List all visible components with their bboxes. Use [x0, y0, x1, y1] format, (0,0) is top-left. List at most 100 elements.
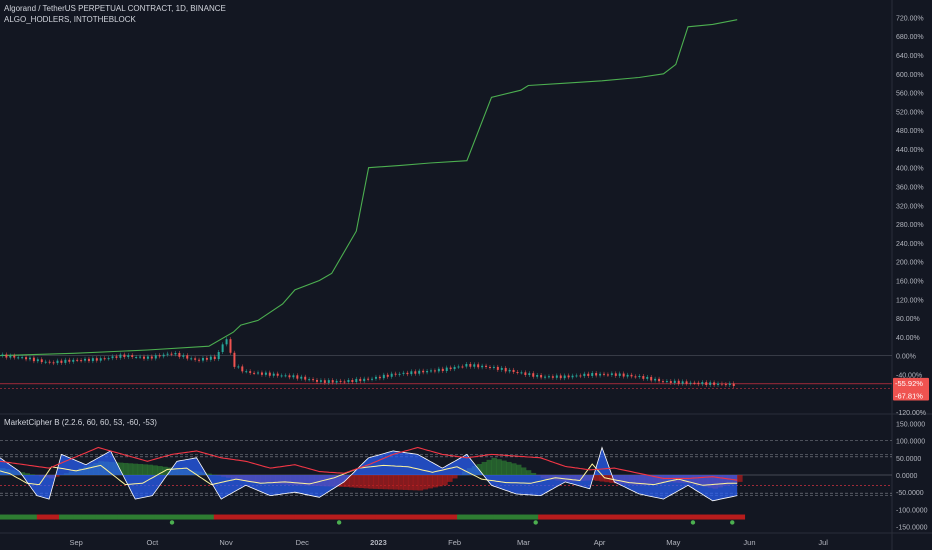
candle: [520, 372, 523, 374]
candle: [430, 370, 433, 372]
candle: [693, 382, 696, 384]
candle: [532, 373, 535, 377]
trend-strip: [154, 514, 163, 520]
y-tick-label: 120.00%: [896, 297, 924, 304]
candle: [386, 374, 389, 377]
candle: [257, 372, 260, 374]
trend-strip: [523, 514, 532, 520]
candle: [13, 355, 16, 358]
trend-strip: [633, 514, 642, 520]
trend-strip: [316, 514, 325, 520]
candle: [36, 359, 39, 362]
candle: [123, 354, 126, 358]
candle: [64, 359, 67, 363]
trend-strip: [132, 514, 141, 520]
money-flow-bar: [137, 464, 144, 475]
trend-strip: [206, 514, 215, 520]
trend-strip: [375, 514, 384, 520]
trend-strip: [125, 514, 134, 520]
candle: [186, 355, 189, 359]
trend-strip: [81, 514, 89, 520]
money-flow-bar: [481, 461, 488, 475]
candle: [634, 376, 637, 378]
trend-strip: [309, 514, 318, 520]
trend-strip: [339, 514, 347, 520]
candle: [618, 373, 621, 376]
buy-signal-dot: [533, 520, 538, 525]
y-tick-label: -120.00%: [896, 410, 926, 417]
candle: [304, 376, 307, 380]
trend-strip: [140, 514, 148, 520]
x-tick-label: Apr: [594, 538, 606, 547]
candle: [268, 372, 271, 376]
indicator-title[interactable]: MarketCipher B (2.2.6, 60, 60, 53, -60, …: [4, 418, 157, 427]
trend-strip: [287, 514, 296, 520]
candle: [351, 379, 354, 383]
candle: [606, 374, 609, 376]
money-flow-bar: [122, 462, 129, 475]
money-flow-bar: [427, 475, 433, 489]
candle: [685, 381, 688, 384]
candle: [371, 378, 374, 380]
money-flow-bar: [132, 463, 139, 475]
trend-strip: [221, 514, 230, 520]
money-flow-bar: [432, 475, 438, 488]
candle: [9, 355, 12, 358]
candle: [241, 366, 244, 372]
trend-strip: [331, 514, 340, 520]
x-tick-label: Nov: [219, 538, 233, 547]
candle: [327, 380, 330, 383]
candle: [194, 358, 197, 360]
trend-strip: [66, 514, 75, 520]
overlay-title[interactable]: ALGO_HODLERS, INTOTHEBLOCK: [4, 15, 136, 24]
candle: [355, 378, 358, 383]
trend-strip: [457, 514, 465, 520]
x-tick-label: Oct: [147, 538, 160, 547]
trend-strip: [353, 514, 362, 520]
candle: [614, 373, 617, 376]
candle: [441, 368, 444, 372]
candle: [276, 373, 279, 376]
candle: [571, 375, 574, 378]
money-flow-bar: [491, 457, 497, 475]
candle: [528, 373, 531, 376]
candle: [209, 356, 212, 360]
symbol-title[interactable]: Algorand / TetherUS PERPETUAL CONTRACT, …: [4, 4, 226, 13]
candle: [638, 376, 641, 378]
candle: [213, 356, 216, 360]
candle: [469, 363, 472, 367]
trend-strip: [294, 514, 303, 520]
candle: [591, 373, 594, 376]
x-tick-label: Mar: [517, 538, 530, 547]
money-flow-bar: [525, 470, 532, 475]
candle: [347, 379, 350, 382]
candle: [536, 374, 539, 377]
y-tick-label: 600.00%: [896, 72, 924, 79]
candle: [127, 355, 130, 358]
candle: [308, 379, 311, 381]
candle: [669, 381, 672, 383]
red-line-tag-text: -67.81%: [895, 392, 923, 401]
candle: [540, 374, 543, 378]
trend-strip: [530, 514, 539, 520]
x-tick-label: May: [666, 538, 680, 547]
candle: [111, 356, 114, 359]
trend-strip: [575, 514, 583, 520]
candle: [135, 356, 138, 358]
candle: [40, 359, 43, 363]
candle: [28, 357, 31, 360]
trend-strip: [501, 514, 510, 520]
trend-strip: [280, 514, 289, 520]
trend-strip: [51, 514, 60, 520]
candle: [551, 376, 554, 378]
candle: [661, 381, 664, 383]
candle: [732, 383, 735, 386]
money-flow-bar: [127, 463, 134, 475]
candle: [437, 368, 440, 372]
trend-strip: [567, 514, 576, 520]
trend-strip: [560, 514, 569, 520]
trend-strip: [449, 514, 458, 520]
candle: [300, 376, 303, 379]
buy-signal-dot: [336, 520, 342, 525]
money-flow-bar: [496, 459, 502, 475]
